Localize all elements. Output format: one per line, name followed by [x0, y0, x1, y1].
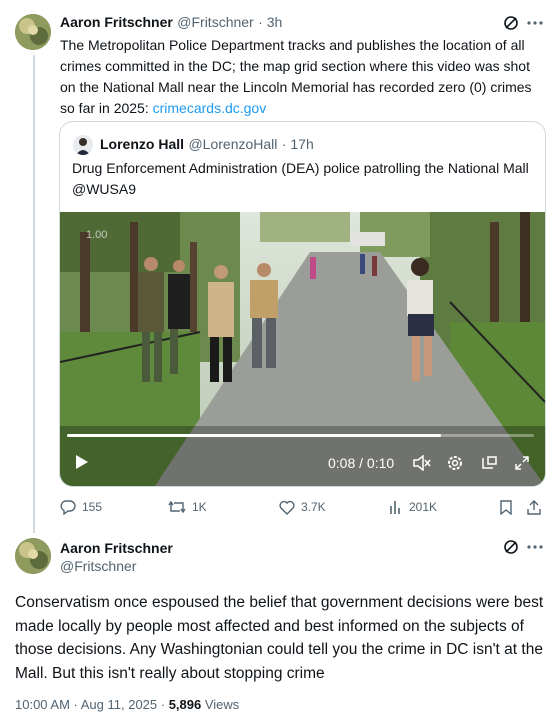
play-icon[interactable] — [72, 452, 92, 472]
share-icon[interactable] — [526, 499, 542, 515]
post-time[interactable]: · 3h — [258, 14, 282, 30]
main-avatar[interactable] — [15, 538, 51, 574]
volume-icon[interactable] — [412, 453, 432, 473]
reply-count: 155 — [82, 500, 103, 514]
views-count: 201K — [409, 500, 438, 514]
quoted-post[interactable]: Lorenzo Hall @LorenzoHall · 17h Drug Enf… — [59, 121, 546, 487]
like-count: 3.7K — [301, 500, 326, 514]
views-icon — [390, 501, 400, 514]
quote-display-name: Lorenzo Hall — [100, 136, 185, 152]
video-time: 0:08 / 0:10 — [328, 455, 395, 471]
action-bar: 155 1K 3.7K 201K — [60, 496, 544, 518]
like-button[interactable]: 3.7K — [279, 500, 326, 515]
display-name[interactable]: Aaron Fritschner — [60, 14, 173, 30]
main-post-text: Conservatism once espoused the belief th… — [15, 594, 544, 682]
video-progress-track[interactable] — [67, 434, 534, 437]
pip-icon[interactable] — [479, 453, 499, 473]
more-icon[interactable] — [526, 538, 544, 556]
video-progress-fill — [67, 434, 441, 437]
grok-icon[interactable] — [502, 14, 520, 32]
like-icon — [279, 500, 295, 515]
main-handle[interactable]: @Fritschner — [60, 558, 136, 574]
post-link[interactable]: crimecards.dc.gov — [153, 100, 267, 116]
handle[interactable]: @Fritschner — [177, 14, 253, 30]
post-timestamp: 10:00 AM · Aug 11, 2025 · 5,896 Views — [15, 697, 239, 712]
timestamp-text[interactable]: 10:00 AM · Aug 11, 2025 · — [15, 697, 169, 712]
post-header: Aaron Fritschner @Fritschner · 3h — [60, 14, 282, 32]
bookmark-icon[interactable] — [498, 499, 514, 515]
more-icon[interactable] — [526, 14, 544, 32]
video-frame — [60, 212, 545, 486]
repost-count: 1K — [192, 500, 207, 514]
quote-header: Lorenzo Hall @LorenzoHall · 17h — [100, 136, 314, 154]
main-display-name[interactable]: Aaron Fritschner — [60, 540, 173, 556]
quote-text: Drug Enforcement Administration (DEA) po… — [72, 160, 529, 197]
quote-avatar[interactable] — [73, 135, 93, 155]
quote-time: · 17h — [281, 136, 314, 152]
post-body: The Metropolitan Police Department track… — [60, 37, 532, 116]
video-watermark: 1.00 — [86, 229, 108, 241]
grok-icon[interactable] — [502, 538, 520, 556]
views-total: 5,896 — [168, 697, 202, 712]
avatar[interactable] — [15, 14, 51, 50]
thread-line — [33, 55, 35, 533]
repost-button[interactable]: 1K — [168, 499, 207, 515]
quote-handle: @LorenzoHall — [188, 136, 278, 152]
views-label: Views — [201, 697, 240, 712]
post-text: The Metropolitan Police Department track… — [60, 35, 542, 119]
fullscreen-icon[interactable] — [512, 453, 532, 473]
video-player[interactable]: 1.00 0:08 / 0:10 — [60, 212, 545, 486]
views-button[interactable]: 201K — [389, 500, 437, 514]
repost-icon — [168, 500, 186, 514]
settings-icon[interactable] — [445, 453, 465, 473]
reply-icon — [60, 500, 76, 515]
reply-button[interactable]: 155 — [60, 499, 102, 515]
